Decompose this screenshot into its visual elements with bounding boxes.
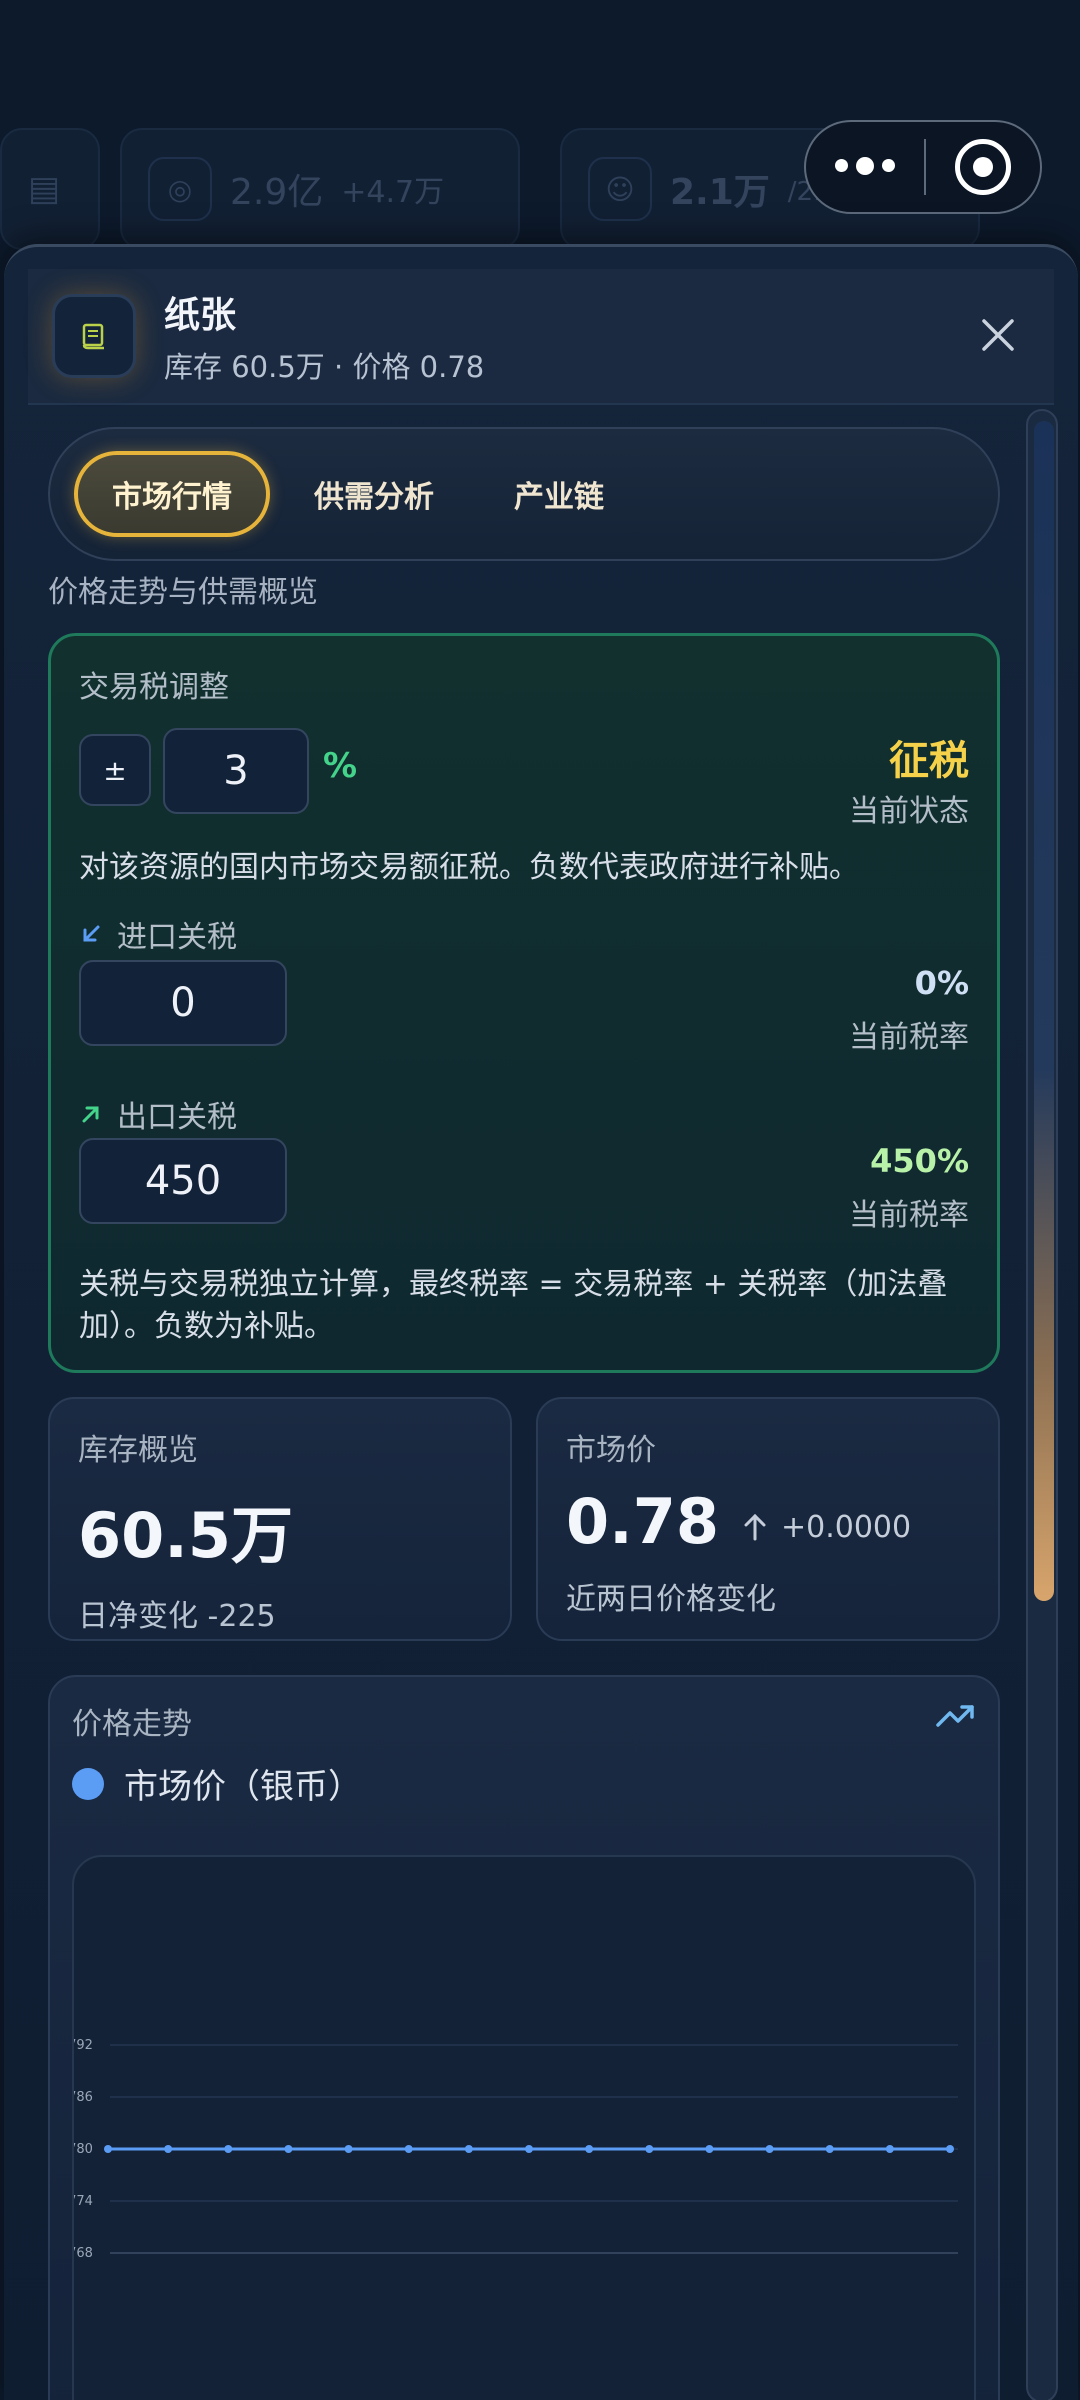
data-point[interactable] [585,2145,594,2153]
chart-title: 价格走势 [72,1707,192,1742]
data-point[interactable] [525,2145,533,2153]
price-change-label: 近两日价格变化 [566,1582,776,1617]
data-point[interactable] [825,2145,834,2153]
export-duty-label: 出口关税 [117,1100,237,1135]
bg-chip-sub: +4.7万 [341,175,445,210]
tax-adjust-card: 交易税调整 ± 3 % 征税 当前状态 对该资源的国内市场交易额征税。负数代表政… [48,633,1000,1373]
price-line-chart[interactable]: .768 .774 .780 .786 .792 [74,1857,976,2400]
export-duty-rate-label: 当前税率 [849,1198,969,1233]
tab-bar: 市场行情 供需分析 产业链 [48,427,1000,561]
tab-industry-chain[interactable]: 产业链 [478,451,640,537]
data-point[interactable] [765,2145,774,2153]
trending-up-icon [936,1705,974,1727]
data-point[interactable] [464,2145,473,2153]
percent-sign: % [323,746,358,786]
resource-detail-sheet: 纸张 库存 60.5万 · 价格 0.78 市场行情 供需分析 产业链 价格走势… [4,244,1078,2400]
tax-status-value: 征税 [889,738,969,784]
export-duty-input[interactable]: 450 [79,1138,287,1224]
tab-supply-demand[interactable]: 供需分析 [278,451,470,537]
tab-market[interactable]: 市场行情 [74,451,270,537]
market-price-value: 0.78 [566,1485,719,1558]
market-price-card: 市场价 0.78 +0.0000 近两日价格变化 [536,1397,1000,1641]
y-tick-label: .768 [74,2246,93,2261]
data-point[interactable] [164,2145,173,2153]
data-point[interactable] [404,2145,413,2153]
data-point[interactable] [344,2145,353,2153]
data-point[interactable] [284,2145,293,2153]
scrollbar-thumb[interactable] [1034,421,1054,1601]
more-menu-button[interactable] [806,157,924,175]
tax-status-label: 当前状态 [849,794,969,829]
paper-scroll-icon [52,294,136,378]
legend-label: 市场价（银币） [124,1767,362,1807]
price-delta: +0.0000 [741,1510,911,1545]
bg-chip-value: 2.1万 [670,172,770,213]
data-point[interactable] [104,2145,112,2153]
import-duty-input[interactable]: 0 [79,960,287,1046]
inventory-title: 库存概览 [78,1433,198,1468]
y-tick-label: .786 [74,2090,93,2105]
arrow-up-right-icon [82,1106,99,1123]
market-price-title: 市场价 [566,1433,656,1468]
inventory-card: 库存概览 60.5万 日净变化 -225 [48,1397,512,1641]
plot-area: .768 .774 .780 .786 .792 [72,1855,976,2400]
import-duty-header: 进口关税 [79,912,237,956]
coins-icon: ◎ [148,157,212,221]
data-point[interactable] [705,2145,714,2153]
miniprogram-capsule [804,120,1042,214]
arrow-down-left-icon [83,925,100,942]
bg-chip-value: 2.9亿 [230,172,324,213]
export-duty-rate: 450% [870,1142,969,1180]
close-icon[interactable] [976,313,1020,357]
sign-toggle-button[interactable]: ± [79,734,151,806]
legend-dot [72,1767,104,1800]
scroll-icon: ▤ [28,169,61,209]
scrollbar[interactable] [1026,409,1058,2400]
resource-subtitle: 库存 60.5万 · 价格 0.78 [164,350,485,384]
y-tick-label: .774 [74,2194,93,2209]
inventory-change: 日净变化 -225 [78,1599,276,1634]
price-trend-card: 价格走势 市场价（银币） .768 .774 .780 .786 .792 [48,1675,1000,2400]
y-tick-label: .792 [74,2038,93,2053]
import-duty-rate: 0% [914,964,969,1002]
tax-card-title: 交易税调整 [79,670,229,705]
section-subtitle: 价格走势与供需概览 [48,575,318,610]
exit-miniprogram-button[interactable] [926,139,1040,195]
y-tick-label: .780 [74,2142,93,2157]
bg-chip-coins: ◎ 2.9亿 +4.7万 [120,128,520,250]
import-duty-label: 进口关税 [117,920,237,955]
data-point[interactable] [946,2145,954,2153]
stats-row: 库存概览 60.5万 日净变化 -225 市场价 0.78 +0.0000 近两… [48,1397,1008,1641]
data-point[interactable] [885,2145,894,2153]
data-point[interactable] [645,2145,654,2153]
target-icon [955,139,1011,195]
tax-description: 对该资源的国内市场交易额征税。负数代表政府进行补贴。 [79,850,859,885]
data-point[interactable] [224,2145,233,2153]
resource-name: 纸张 [164,295,237,336]
tax-note: 关税与交易税独立计算，最终税率 = 交易税率 + 关税率（加法叠加）。负数为补贴… [79,1267,948,1344]
sheet-content: 市场行情 供需分析 产业链 价格走势与供需概览 交易税调整 ± 3 % 征税 当… [48,427,1008,2400]
price-delta-value: +0.0000 [780,1509,912,1545]
export-duty-header: 出口关税 [79,1092,237,1136]
people-icon: ☺ [588,157,652,221]
arrow-up-icon [744,1513,766,1541]
import-duty-rate-label: 当前税率 [849,1020,969,1055]
bg-chip-scroll: ▤ [0,128,100,250]
sheet-header: 纸张 库存 60.5万 · 价格 0.78 [28,269,1054,405]
chart-legend[interactable]: 市场价（银币） [72,1759,362,1808]
inventory-value: 60.5万 [78,1499,293,1572]
transaction-tax-input[interactable]: 3 [163,728,309,814]
